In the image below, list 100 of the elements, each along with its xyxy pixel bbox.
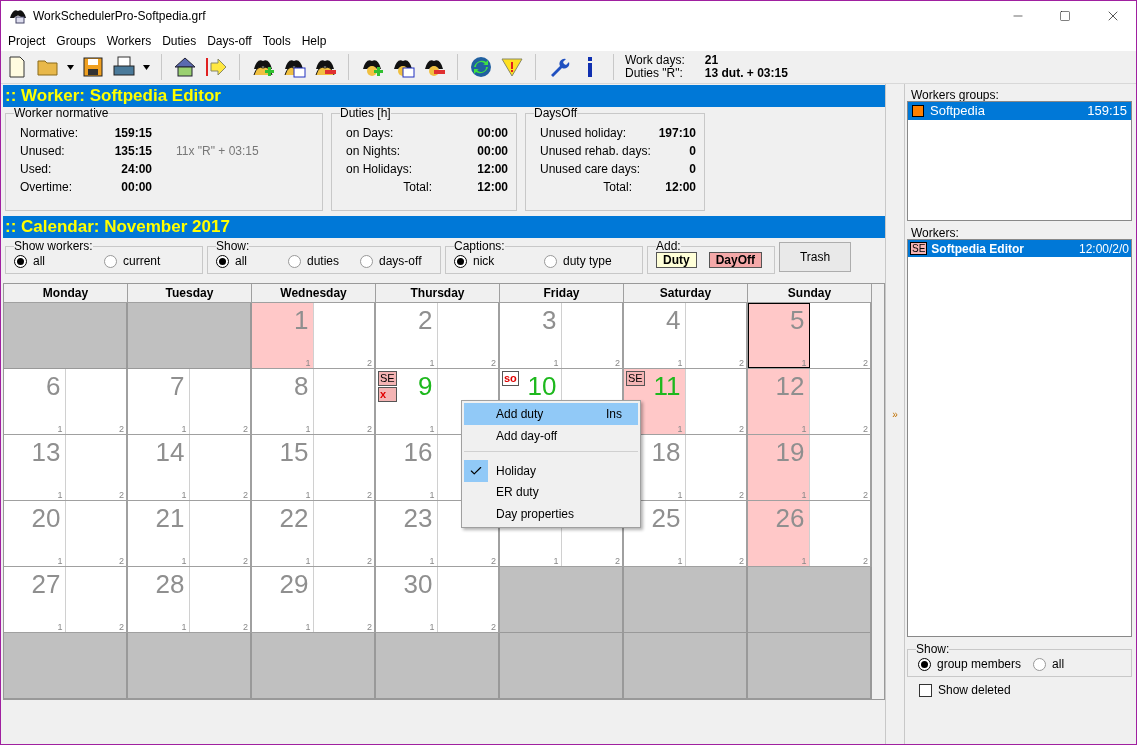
day-number: 27	[31, 569, 61, 599]
shift-number: 2	[739, 490, 744, 500]
day-number: 29	[279, 569, 309, 599]
day-number: 2	[418, 305, 433, 335]
shift-number: 2	[863, 424, 868, 434]
shift-number: 2	[119, 424, 124, 434]
total-label: Total:	[602, 178, 633, 196]
day-number: 19	[775, 437, 805, 467]
day-number: 21	[155, 503, 185, 533]
shift-number: 1	[305, 622, 311, 632]
shift-number: 1	[553, 556, 559, 566]
day-number: 9	[418, 371, 433, 401]
group-label: Add:	[656, 240, 681, 252]
shift-number: 1	[801, 424, 807, 434]
shift-number: 1	[801, 556, 807, 566]
shift-number: 2	[367, 490, 372, 500]
day-number: 22	[279, 503, 309, 533]
info-value: 197:10	[657, 124, 696, 142]
day-number: 11	[653, 371, 681, 401]
shift-number: 1	[801, 358, 807, 368]
day-number: 14	[155, 437, 185, 467]
group-label: Duties [h]	[340, 107, 391, 119]
shift-number: 2	[367, 358, 372, 368]
shift-number: 1	[57, 622, 63, 632]
info-value: 00:00	[476, 142, 508, 160]
shift-number: 1	[181, 556, 187, 566]
shift-number: 2	[491, 358, 496, 368]
info-value: 0	[688, 142, 696, 160]
info-value: 00:00	[120, 178, 152, 196]
shift-number: 1	[305, 358, 311, 368]
info-value: 0	[688, 160, 696, 178]
info-label: Unused care days:	[540, 160, 642, 178]
shift-number: 1	[181, 622, 187, 632]
day-number: 16	[403, 437, 433, 467]
section-header: :: Worker: Softpedia Editor	[3, 85, 885, 107]
info-label: Used:	[20, 160, 53, 178]
panel-label: Workers:	[910, 225, 960, 239]
shift-number: 2	[119, 490, 124, 500]
shift-number: 1	[677, 490, 683, 500]
shift-number: 1	[181, 424, 187, 434]
shift-number: 2	[615, 358, 620, 368]
shift-number: 2	[243, 424, 248, 434]
info-value: 00:00	[476, 124, 508, 142]
day-number: 28	[155, 569, 185, 599]
shift-number: 1	[305, 490, 311, 500]
info-label: on Days:	[346, 124, 395, 142]
shift-number: 1	[181, 490, 187, 500]
shift-number: 1	[801, 490, 807, 500]
total-label: Total:	[402, 178, 433, 196]
info-label: Unused holiday:	[540, 124, 628, 142]
day-number: 30	[403, 569, 433, 599]
day-number: 15	[279, 437, 309, 467]
day-number: 10	[527, 371, 557, 401]
info-note: 11x "R" + 03:15	[176, 142, 259, 160]
weekday-header: Saturday	[624, 284, 748, 303]
shift-number: 1	[57, 556, 63, 566]
info-label: Unused:	[20, 142, 66, 160]
day-number: 13	[31, 437, 61, 467]
shift-number: 1	[429, 556, 435, 566]
shift-number: 2	[243, 622, 248, 632]
shift-number: 2	[119, 556, 124, 566]
shift-number: 1	[677, 358, 683, 368]
day-number: 5	[790, 305, 805, 335]
stat-label: Duties "R":	[625, 67, 683, 80]
shift-number: 2	[863, 358, 868, 368]
shift-number: 1	[305, 424, 311, 434]
shift-number: 1	[429, 490, 435, 500]
shift-number: 1	[553, 358, 559, 368]
info-label: on Nights:	[346, 142, 402, 160]
weekday-header: Friday	[500, 284, 624, 303]
info-value: 12:00	[476, 178, 508, 196]
info-label: Unused rehab. days:	[540, 142, 652, 160]
day-number: 7	[170, 371, 185, 401]
window-title: WorkSchedulerPro-Softpedia.grf	[33, 8, 207, 25]
day-number: 8	[294, 371, 309, 401]
info-label: Normative:	[20, 124, 79, 142]
day-number: 23	[403, 503, 433, 533]
day-number: 26	[775, 503, 805, 533]
shift-number: 2	[367, 556, 372, 566]
shift-number: 2	[863, 490, 868, 500]
group-label: Show workers:	[14, 240, 93, 252]
info-label: on Holidays:	[346, 160, 414, 178]
shift-number: 1	[429, 424, 435, 434]
shift-number: 1	[305, 556, 311, 566]
shift-number: 1	[429, 622, 435, 632]
section-header: :: Calendar: November 2017	[3, 216, 885, 238]
shift-number: 1	[429, 358, 435, 368]
stat-label: Work days:	[625, 54, 685, 67]
shift-number: 1	[57, 424, 63, 434]
shift-number: 1	[677, 424, 683, 434]
day-number: 18	[651, 437, 681, 467]
day-number: 20	[31, 503, 61, 533]
stat-value: 21	[704, 54, 720, 67]
day-number: 6	[46, 371, 61, 401]
shift-number: 1	[57, 490, 63, 500]
info-value: 135:15	[113, 142, 152, 160]
stat-value: 13 dut. + 03:15	[704, 67, 788, 80]
shift-number: 2	[119, 622, 124, 632]
group-label: Worker normative	[14, 107, 109, 119]
group-label: Show:	[216, 240, 250, 252]
